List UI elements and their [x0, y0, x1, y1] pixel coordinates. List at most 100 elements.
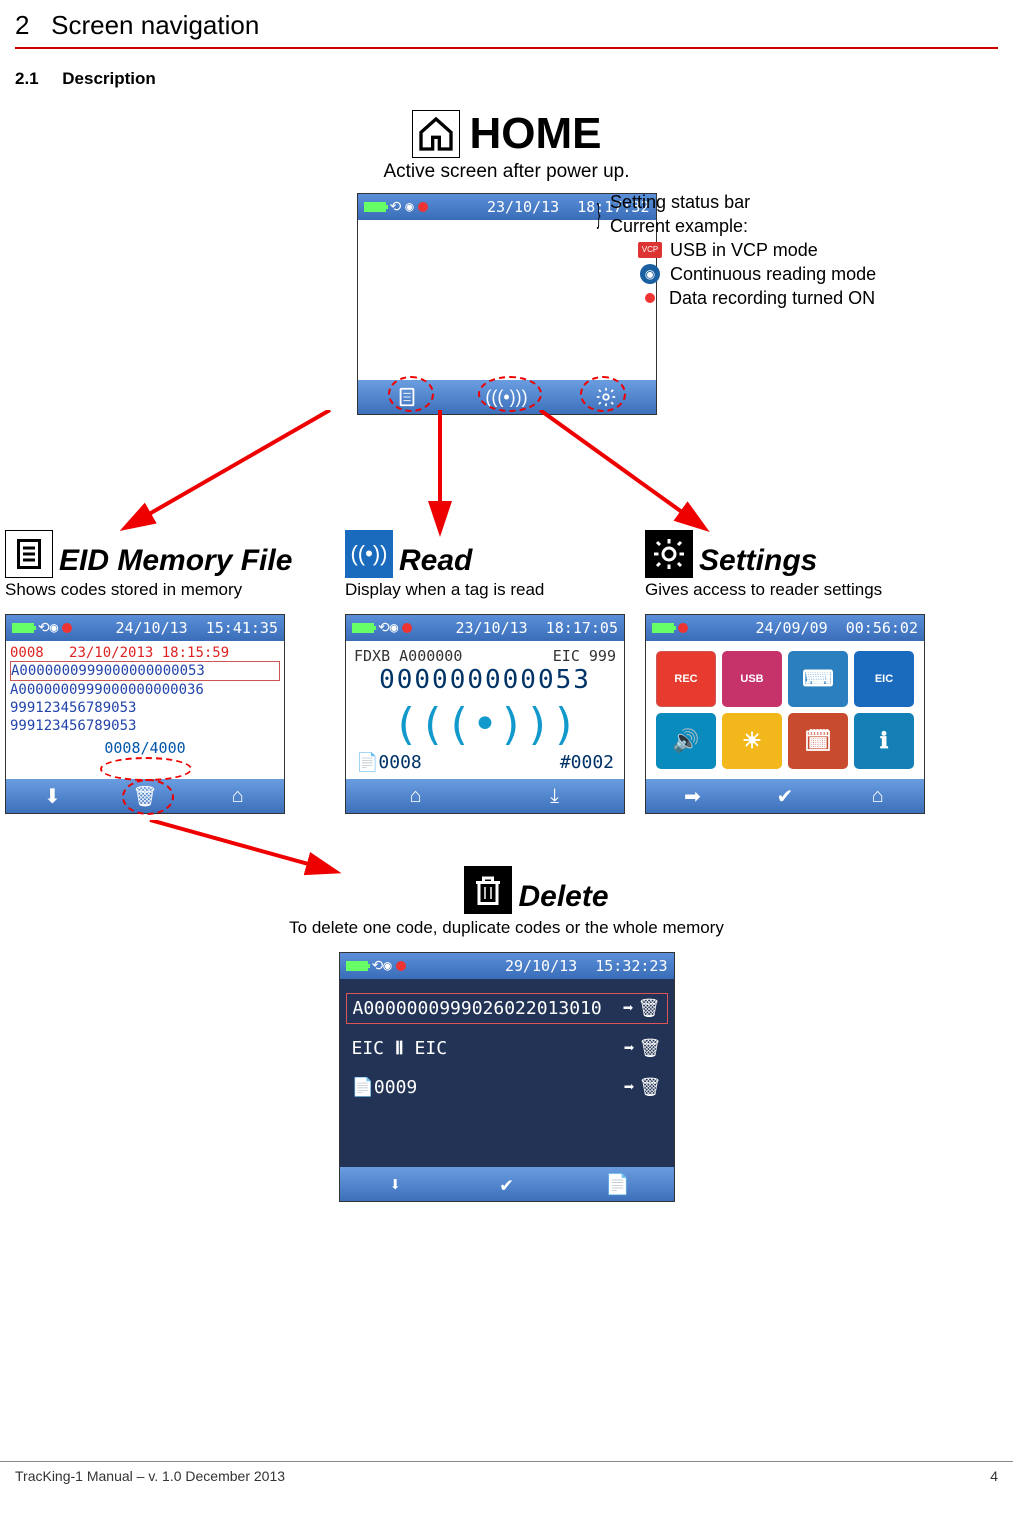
settings-tile[interactable]: ℹ: [854, 713, 914, 769]
record-dot-icon: [645, 293, 655, 303]
read-num: 000000000053: [346, 665, 624, 695]
settings-tile[interactable]: 🗓: [788, 713, 848, 769]
settings-tile[interactable]: EIC: [854, 651, 914, 707]
bottom-doc-icon[interactable]: [387, 385, 427, 409]
usb-vcp-icon: VCP: [638, 242, 662, 258]
subsection-number: 2.1: [15, 69, 39, 88]
settings-tile[interactable]: ⌨: [788, 651, 848, 707]
continuous-read-icon: ◉: [640, 264, 660, 284]
annot-line2: Current example:: [610, 214, 876, 238]
doc-small-icon: 📄: [356, 752, 378, 773]
trash-small-icon: 🗑: [639, 1077, 662, 1098]
download-icon[interactable]: ⤓: [535, 784, 575, 808]
read-screen-mock: ⟲◉ 23/10/13 18:17:05 FDXB A000000 EIC 99…: [345, 614, 625, 814]
battery-icon: [364, 202, 386, 212]
list-header-row: 0008 23/10/2013 18:15:59: [10, 645, 280, 661]
page-footer: TracKing-1 Manual – v. 1.0 December 2013…: [0, 1461, 1013, 1490]
list-item[interactable]: A0000000999000000000053: [10, 661, 280, 681]
settings-tile[interactable]: USB: [722, 651, 782, 707]
battery-icon: [346, 961, 368, 971]
annot-item: Data recording turned ON: [638, 286, 876, 310]
status-date: 23/10/13: [487, 198, 559, 216]
trash-icon[interactable]: 🗑: [125, 784, 165, 808]
read-bl-left: 0008: [378, 752, 421, 773]
eid-screen-mock: ⟲◉ 24/10/13 15:41:35 0008 23/10/2013 18:…: [5, 614, 285, 814]
list-item[interactable]: A0000000999000000000036: [10, 681, 280, 699]
section-title: Screen navigation: [51, 10, 259, 40]
down-arrow-icon[interactable]: ⬇: [375, 1172, 415, 1196]
status-date: 29/10/13: [505, 957, 577, 975]
doc-list-icon: [5, 530, 53, 578]
bottom-gear-icon[interactable]: [586, 385, 626, 409]
section-header: 2 Screen navigation: [15, 10, 998, 43]
settings-tile[interactable]: ☀: [722, 713, 782, 769]
home-title: HOME: [470, 109, 602, 159]
wave-icon: ◉: [405, 199, 413, 215]
trash-small-icon: 🗑: [638, 998, 661, 1019]
doc-small-icon: 📄: [352, 1077, 374, 1098]
delete-row-text: EIC Ⅱ EIC: [352, 1038, 448, 1059]
settings-sub: Gives access to reader settings: [645, 580, 1005, 600]
radio-wave-icon: ((•)): [345, 530, 393, 578]
annot-item: ◉ Continuous reading mode: [638, 262, 876, 286]
list-item[interactable]: 999123456789053: [10, 699, 280, 717]
home-icon[interactable]: ⌂: [858, 784, 898, 808]
link-icon: ⟲: [390, 199, 402, 215]
trash-small-icon: 🗑: [639, 1038, 662, 1059]
down-arrow-icon[interactable]: ⬇: [32, 784, 72, 808]
link-icon: ⟲◉: [378, 620, 398, 636]
eid-title: EID Memory File: [59, 544, 292, 578]
status-time: 15:32:23: [595, 957, 667, 975]
status-time: 15:41:35: [206, 619, 278, 637]
status-annotation: Setting status bar Current example: VCP …: [610, 190, 876, 310]
bottom-read-icon[interactable]: (((•))): [486, 385, 526, 409]
annot-text: USB in VCP mode: [670, 238, 818, 262]
home-icon: [412, 110, 460, 158]
delete-row[interactable]: 📄0009 ➡🗑: [346, 1073, 668, 1102]
home-icon[interactable]: ⌂: [218, 784, 258, 808]
doc-icon[interactable]: 📄: [598, 1172, 638, 1196]
status-date: 24/10/13: [115, 619, 187, 637]
link-icon: ⟲◉: [372, 958, 392, 974]
subsection-title: Description: [62, 69, 156, 88]
status-date: 24/09/09: [755, 619, 827, 637]
read-wave-icon: (((•))): [346, 699, 624, 750]
home-icon[interactable]: ⌂: [396, 784, 436, 808]
delete-row[interactable]: EIC Ⅱ EIC ➡🗑: [346, 1034, 668, 1063]
record-dot-icon: [418, 202, 428, 212]
annot-line1: Setting status bar: [610, 190, 876, 214]
delete-title: Delete: [518, 880, 608, 914]
gear-icon: [645, 530, 693, 578]
battery-icon: [652, 623, 674, 633]
settings-tile[interactable]: REC: [656, 651, 716, 707]
settings-title: Settings: [699, 544, 817, 578]
read-line1-right: EIC 999: [553, 647, 616, 665]
right-arrow-icon[interactable]: ➡: [672, 784, 712, 808]
delete-screen-mock: ⟲◉ 29/10/13 15:32:23 A000000099902602201…: [339, 952, 675, 1202]
read-line1-left: FDXB A000000: [354, 647, 462, 665]
record-dot-icon: [402, 623, 412, 633]
section-number: 2: [15, 10, 29, 40]
annot-item: VCP USB in VCP mode: [638, 238, 876, 262]
status-date: 23/10/13: [455, 619, 527, 637]
footer-left: TracKing-1 Manual – v. 1.0 December 2013: [15, 1468, 285, 1484]
check-icon[interactable]: ✔: [486, 1172, 526, 1196]
trash-icon: [464, 866, 512, 914]
right-arrow-icon: ➡: [624, 1077, 635, 1098]
status-time: 18:17:05: [546, 619, 618, 637]
record-dot-icon: [678, 623, 688, 633]
settings-screen-mock: 24/09/09 00:56:02 RECUSB⌨EIC 🔊☀🗓ℹ ➡ ✔ ⌂: [645, 614, 925, 814]
annot-text: Data recording turned ON: [669, 286, 875, 310]
settings-tile[interactable]: 🔊: [656, 713, 716, 769]
list-date: 23/10/2013 18:15:59: [69, 645, 229, 661]
list-item[interactable]: 999123456789053: [10, 717, 280, 735]
status-time: 00:56:02: [846, 619, 918, 637]
list-idx: 0008: [10, 645, 44, 661]
delete-row[interactable]: A0000000999026022013010 ➡🗑: [346, 993, 668, 1024]
home-subtitle: Active screen after power up.: [15, 161, 998, 183]
read-bl-right: #0002: [560, 752, 614, 773]
delete-row-text: A0000000999026022013010: [353, 998, 602, 1019]
eid-sub: Shows codes stored in memory: [5, 580, 335, 600]
check-icon[interactable]: ✔: [765, 784, 805, 808]
link-icon: ⟲◉: [38, 620, 58, 636]
